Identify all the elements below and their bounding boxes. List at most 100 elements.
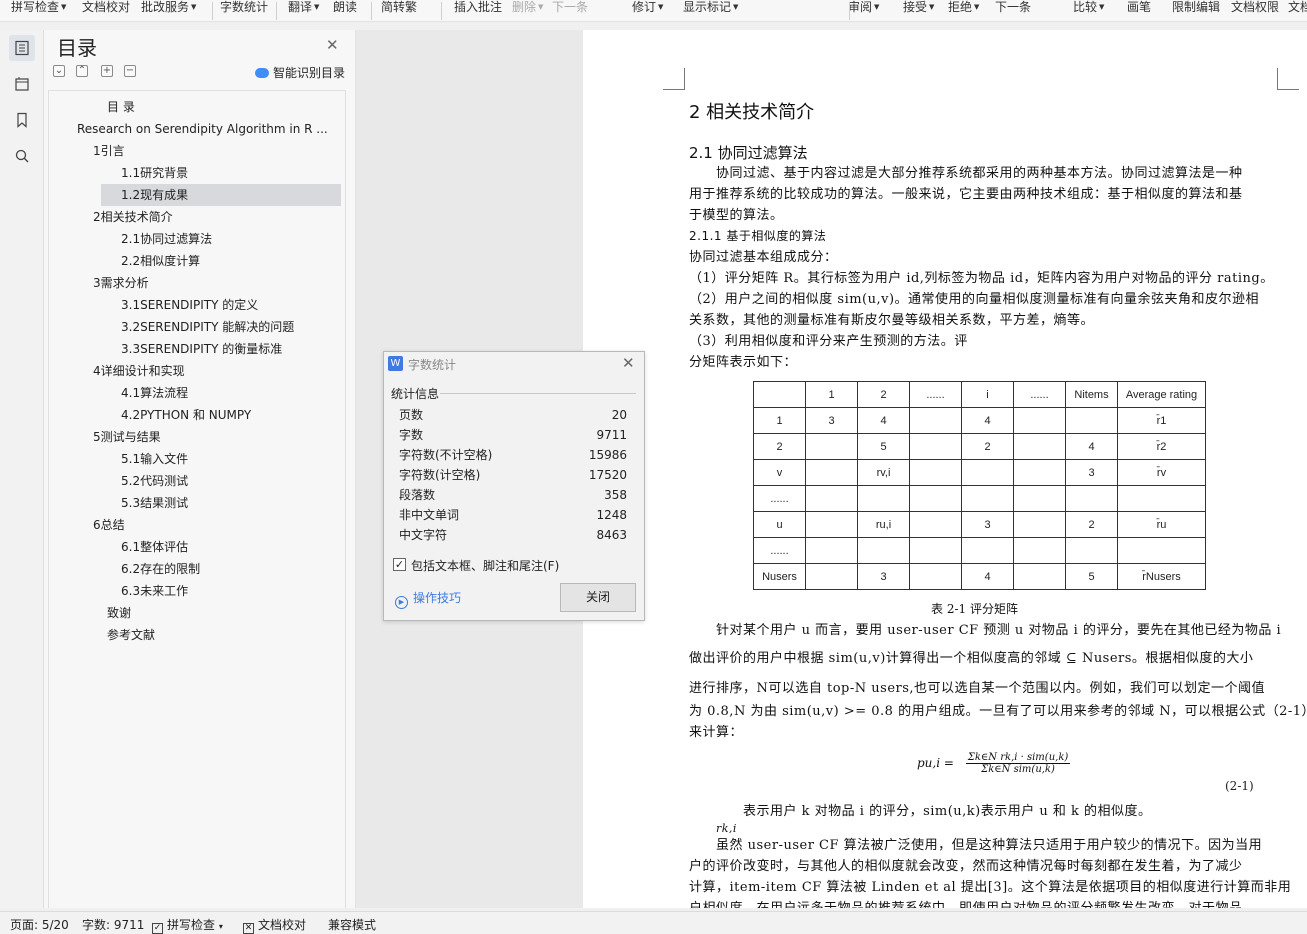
table-cell (1013, 485, 1066, 512)
table-row: v rv,i 3 r̄v (753, 459, 1206, 486)
doc-paragraph: 2.1.1 基于相似度的算法 (689, 229, 827, 243)
ribbon-button[interactable]: 文档 (1288, 0, 1307, 18)
toc-item-label: 致谢 (107, 606, 132, 620)
toc-item[interactable]: 致谢 (107, 602, 131, 624)
tips-label: 操作技巧 (413, 591, 462, 605)
ribbon-button-label: 简转繁 (381, 0, 418, 14)
ribbon-button[interactable]: 接受 ▼ (903, 0, 934, 18)
toc-list: 目 录 ⌄Research on Serendipity Algorithm in… (48, 90, 346, 908)
ribbon-button[interactable]: 文档校对 (82, 0, 130, 18)
toc-item[interactable]: 6.2存在的限制 (121, 558, 200, 580)
toolbar-separator (371, 2, 372, 20)
spell-check-status[interactable]: ✓ 拼写检查 ▾ (152, 916, 223, 934)
toc-item[interactable]: 3.1SERENDIPITY 的定义 (121, 294, 258, 316)
table-cell (961, 537, 1014, 564)
table-cell (1065, 407, 1118, 434)
ribbon-button[interactable]: 文档权限 (1231, 0, 1279, 18)
ribbon-button[interactable]: 限制编辑 (1172, 0, 1220, 18)
divider (440, 393, 636, 394)
ribbon-button[interactable]: 下一条 (995, 0, 1031, 18)
table-cell: 4 (1065, 433, 1118, 460)
toc-item[interactable]: 6.1整体评估 (121, 536, 188, 558)
toc-item[interactable]: 3.3SERENDIPITY 的衡量标准 (121, 338, 282, 360)
toc-item[interactable]: 1.2现有成果 (101, 184, 341, 206)
table-cell (909, 433, 962, 460)
ribbon-button-label: 拼写检查 (11, 0, 60, 14)
remove-icon[interactable]: − (124, 65, 136, 77)
ribbon-button[interactable]: 下一条 (552, 0, 588, 18)
ribbon-button[interactable]: 简转繁 (381, 0, 417, 18)
stat-row: 非中文单词 1248 (399, 505, 629, 525)
ribbon-button[interactable]: 朗读 (333, 0, 357, 18)
doc-paragraph: 关系数，其他的测量标准有斯皮尔曼等级相关系数，平方差，熵等。 (689, 313, 1095, 328)
chevron-down-icon: ▼ (929, 3, 935, 11)
proofread-status[interactable]: ✕ 文档校对 (243, 916, 306, 934)
spell-check-label: 拼写检查 (167, 918, 216, 932)
ribbon-button[interactable]: 拼写检查 ▼ (11, 0, 66, 18)
toc-item[interactable]: 2.1协同过滤算法 (121, 228, 212, 250)
ribbon-button-label: 显示标记 (683, 0, 732, 14)
ribbon-button[interactable]: 字数统计 (220, 0, 268, 18)
word-count-indicator[interactable]: 字数: 9711 (82, 916, 144, 933)
toc-panel-icon[interactable] (9, 35, 35, 61)
toc-item[interactable]: 目 录 (107, 96, 135, 118)
ribbon-button[interactable]: 修订 ▼ (632, 0, 663, 18)
tips-link[interactable]: ▶ 操作技巧 (395, 589, 461, 609)
doc-paragraph: 来计算： (689, 725, 744, 740)
toc-item[interactable]: 5.2代码测试 (121, 470, 188, 492)
close-button[interactable]: 关闭 (560, 583, 636, 612)
ribbon-button[interactable]: 拒绝 ▼ (948, 0, 979, 18)
include-textbox-label[interactable]: 包括文本框、脚注和尾注(F) (411, 557, 559, 574)
ribbon-button-label: 修订 (632, 0, 657, 14)
ribbon-button[interactable]: 显示标记 ▼ (683, 0, 738, 18)
ribbon-button[interactable]: 翻译 ▼ (288, 0, 319, 18)
toc-item[interactable]: ⌄1引言 (93, 140, 125, 162)
compat-mode: 兼容模式 (328, 918, 377, 932)
table-cell (1013, 563, 1066, 590)
ribbon-button[interactable]: 审阅 ▼ (848, 0, 879, 18)
toc-item[interactable]: ⌄5测试与结果 (93, 426, 161, 448)
toc-item[interactable]: ⌄3需求分析 (93, 272, 149, 294)
toc-item[interactable]: 参考文献 (107, 624, 155, 646)
toc-item[interactable]: 4.1算法流程 (121, 382, 188, 404)
toc-item-label: 6.2存在的限制 (121, 562, 201, 576)
ribbon-button-label: 插入批注 (454, 0, 503, 14)
toc-item[interactable]: 5.1输入文件 (121, 448, 188, 470)
ribbon-button[interactable]: 删除 ▼ (512, 0, 543, 18)
chapter-icon[interactable] (9, 71, 35, 97)
toc-item[interactable]: 3.2SERENDIPITY 能解决的问题 (121, 316, 294, 338)
close-icon[interactable]: ✕ (622, 354, 635, 372)
table-cell (753, 381, 806, 408)
toc-item[interactable]: 2.2相似度计算 (121, 250, 200, 272)
page-indicator[interactable]: 页面: 5/20 (10, 916, 69, 933)
ribbon-button[interactable]: 插入批注 (454, 0, 502, 18)
toc-item[interactable]: ⌄Research on Serendipity Algorithm in R … (77, 118, 328, 140)
ribbon-button[interactable]: 批改服务 ▼ (141, 0, 196, 18)
smart-toc-button[interactable]: 智能识别目录 (255, 64, 345, 81)
toc-item[interactable]: ⌄4详细设计和实现 (93, 360, 185, 382)
toc-item[interactable]: 1.1研究背景 (121, 162, 188, 184)
add-icon[interactable]: + (101, 65, 113, 77)
toc-item[interactable]: 5.3结果测试 (121, 492, 188, 514)
toc-item[interactable]: 6.3未来工作 (121, 580, 188, 602)
ribbon-button[interactable]: 画笔 (1127, 0, 1151, 18)
table-cell: 1 (753, 407, 806, 434)
collapse-all-icon[interactable]: ⌄ (53, 65, 65, 77)
toc-item[interactable]: ⌄6总结 (93, 514, 125, 536)
expand-up-icon[interactable]: ⌃ (76, 65, 88, 77)
search-icon[interactable] (9, 143, 35, 169)
table-row: 1 2...... i...... Nitems Average rating (753, 381, 1206, 408)
dialog-titlebar[interactable]: W 字数统计 ✕ (384, 352, 644, 376)
toc-item[interactable]: 4.2PYTHON 和 NUMPY (121, 404, 251, 426)
table-cell (857, 485, 910, 512)
play-icon: ▶ (395, 596, 408, 609)
close-icon[interactable]: ✕ (326, 36, 339, 54)
bookmark-icon[interactable] (9, 107, 35, 133)
table-cell: r̄2 (1117, 433, 1206, 460)
document-page[interactable]: 2 相关技术简介 2.1 协同过滤算法 协同过滤、基于内容过滤是大部分推荐系统都… (583, 30, 1307, 908)
stat-value: 17520 (588, 468, 627, 482)
include-textbox-checkbox[interactable]: ✓ (393, 558, 406, 571)
ribbon-button[interactable]: 比较 ▼ (1073, 0, 1104, 18)
doc-paragraph: 为 0.8,N 为由 sim(u,v) >= 0.8 的用户组成。一旦有了可以用… (689, 704, 1307, 719)
toc-item[interactable]: ⌄2相关技术简介 (93, 206, 173, 228)
